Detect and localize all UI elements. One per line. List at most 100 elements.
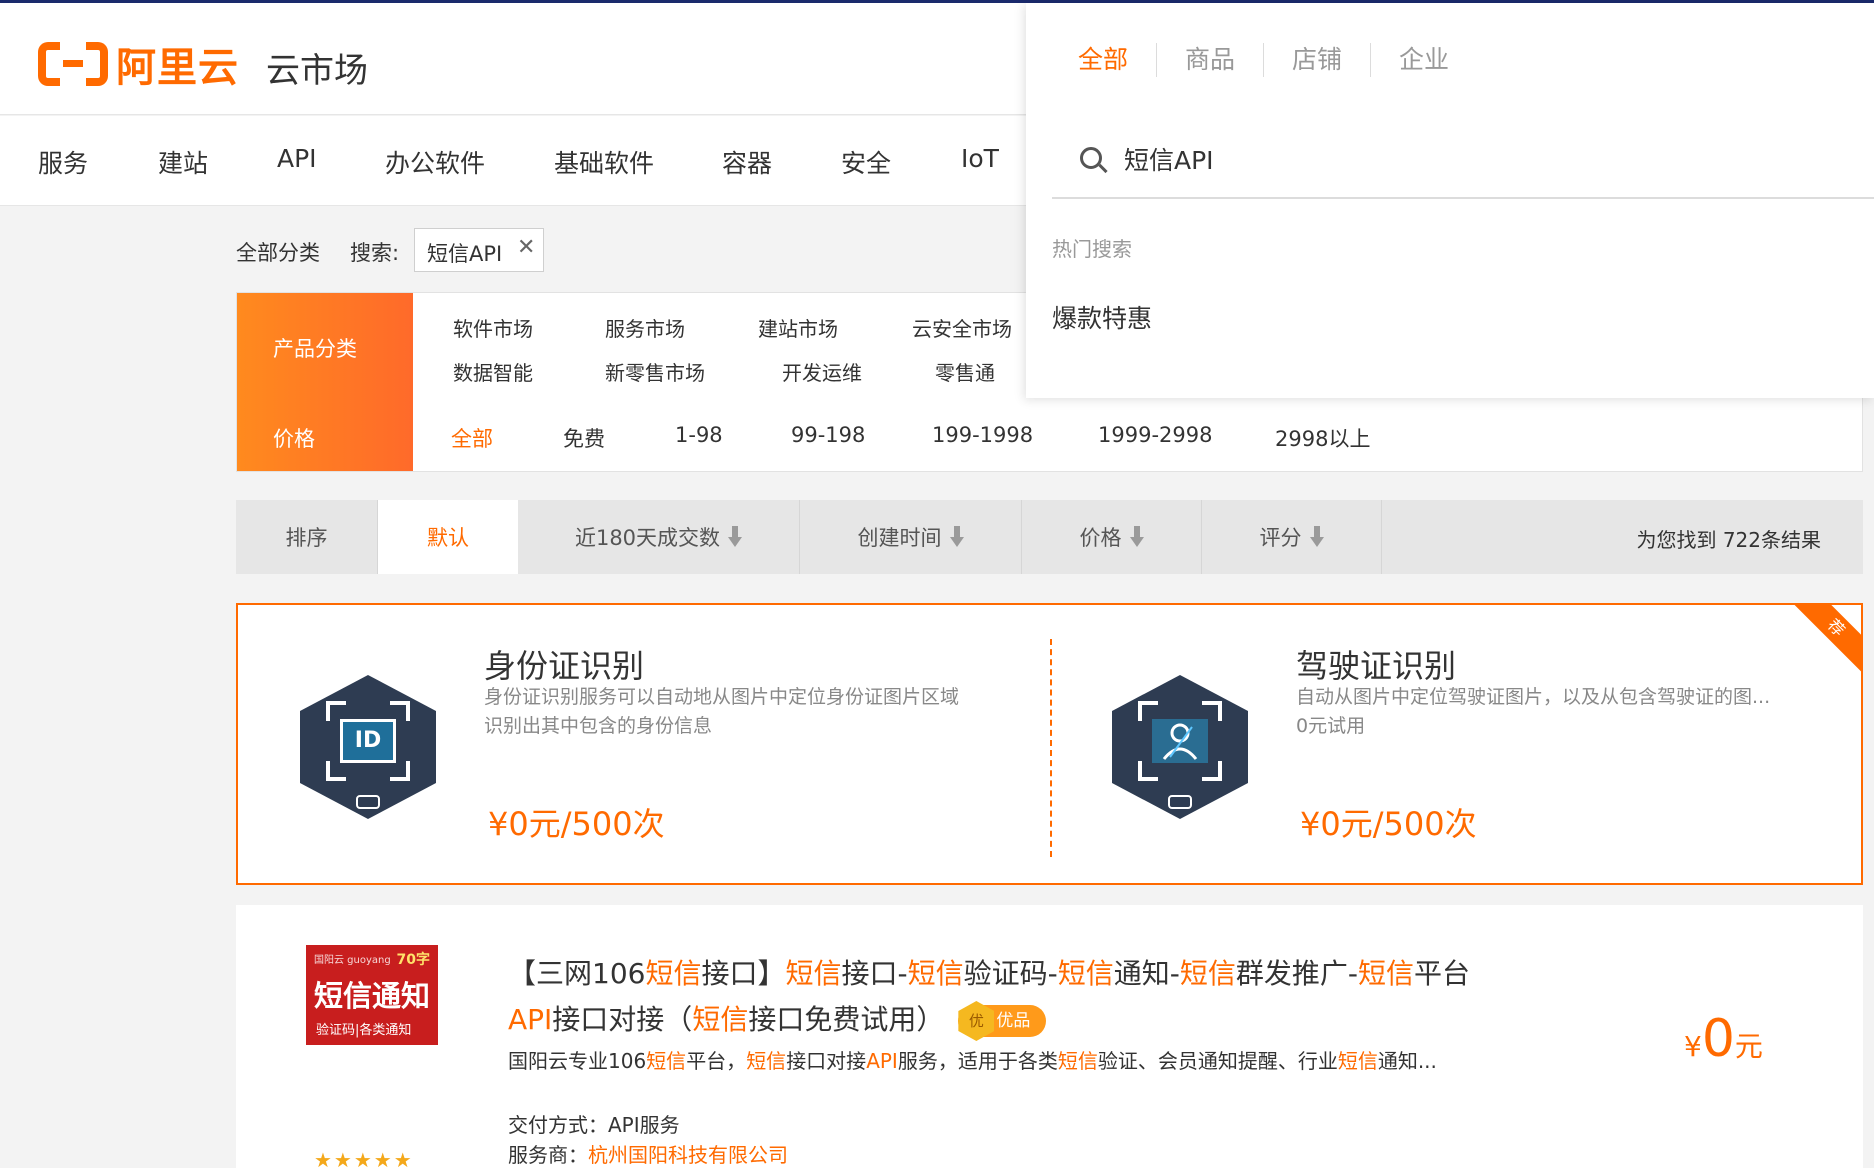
price-filter-label: 价格 xyxy=(237,399,413,471)
breadcrumb-all[interactable]: 全部分类 xyxy=(236,237,320,267)
product-title-segment: 平台 xyxy=(1414,957,1471,990)
search-scope-tabs: 全部 商品 店铺 企业 xyxy=(1052,43,1477,77)
product-desc-segment: API xyxy=(866,1049,898,1073)
promo-title-id-card[interactable]: 身份证识别 xyxy=(484,641,644,687)
product-title-segment: 短信 xyxy=(1357,957,1414,990)
product-desc-segment: 接口对接 xyxy=(786,1049,867,1073)
product-title-segment: 接口免费试用） xyxy=(748,1003,945,1036)
nav-item-website[interactable]: 建站 xyxy=(158,144,208,180)
product-desc-segment: 短信 xyxy=(646,1049,687,1073)
aliyun-logo[interactable]: 阿里云 xyxy=(38,35,239,93)
product-title[interactable]: 【三网106短信接口】短信接口-短信验证码-短信通知-短信群发推广-短信平台AP… xyxy=(508,951,1508,1043)
category-filter-label: 产品分类 xyxy=(237,293,413,399)
tab-products[interactable]: 商品 xyxy=(1157,43,1265,77)
product-title-segment: 通知- xyxy=(1113,957,1180,990)
nav-item-api[interactable]: API xyxy=(277,144,317,173)
nav-item-basic-software[interactable]: 基础软件 xyxy=(554,144,654,180)
driver-license-icon[interactable] xyxy=(1112,675,1248,819)
search-icon[interactable] xyxy=(1080,147,1108,174)
search-tag-text: 短信API xyxy=(427,242,503,266)
sort-created-time[interactable]: 创建时间 xyxy=(800,500,1022,574)
promo-title-driver-license[interactable]: 驾驶证识别 xyxy=(1296,641,1456,687)
nav-item-services[interactable]: 服务 xyxy=(38,144,88,180)
recommend-corner-badge: 荐 xyxy=(1780,605,1861,684)
category-services[interactable]: 服务市场 xyxy=(605,313,685,342)
product-title-segment: 短信 xyxy=(1179,957,1236,990)
category-devops[interactable]: 开发运维 xyxy=(782,357,862,386)
category-retail-link[interactable]: 零售通 xyxy=(935,357,995,386)
product-title-segment: 接口】 xyxy=(701,957,786,990)
product-title-segment: 短信 xyxy=(1057,957,1114,990)
tab-companies[interactable]: 企业 xyxy=(1371,43,1477,77)
product-title-segment: 短信 xyxy=(785,957,842,990)
category-new-retail[interactable]: 新零售市场 xyxy=(605,357,705,386)
rating-stars: ★★★★★ xyxy=(314,1148,414,1168)
product-thumbnail[interactable]: 国阳云 guoyang 70字 短信通知 验证码|各类通知 xyxy=(306,945,438,1045)
product-desc-segment: 短信 xyxy=(746,1049,787,1073)
tab-stores[interactable]: 店铺 xyxy=(1264,43,1372,77)
hot-search-item[interactable]: 爆款特惠 xyxy=(1052,299,1152,335)
vendor-link[interactable]: 杭州国阳科技有限公司 xyxy=(588,1143,788,1167)
search-box xyxy=(1052,119,1874,199)
page-title[interactable]: 云市场 xyxy=(266,43,368,92)
nav-item-container[interactable]: 容器 xyxy=(722,144,772,180)
product-title-segment: 短信 xyxy=(645,957,702,990)
nav-item-office[interactable]: 办公软件 xyxy=(385,144,485,180)
promo-desc-id-card: 身份证识别服务可以自动地从图片中定位身份证图片区域 识别出其中包含的身份信息 xyxy=(484,686,960,737)
category-cloud-security[interactable]: 云安全市场 xyxy=(912,313,1012,342)
breadcrumb-search-label: 搜索: xyxy=(350,241,400,265)
arrow-down-icon xyxy=(1309,526,1324,548)
sort-bar: 排序 默认 近180天成交数 创建时间 价格 评分 为您找到 722条结果 xyxy=(236,500,1863,574)
quality-badge: 优优品 xyxy=(958,1001,1047,1041)
quality-shield-icon: 优 xyxy=(958,1001,995,1041)
price-option-199-1998[interactable]: 199-1998 xyxy=(932,423,1033,447)
price-option-99-198[interactable]: 99-198 xyxy=(791,423,865,447)
product-title-segment: 群发推广- xyxy=(1235,957,1358,990)
product-desc-segment: 国阳云专业106 xyxy=(508,1049,647,1073)
price-option-2998-plus[interactable]: 2998以上 xyxy=(1275,423,1370,453)
sort-price[interactable]: 价格 xyxy=(1022,500,1202,574)
aliyun-logo-mark-icon xyxy=(38,42,108,86)
id-card-icon[interactable]: ID xyxy=(300,675,436,819)
nav-item-security[interactable]: 安全 xyxy=(841,144,891,180)
price-option-free[interactable]: 免费 xyxy=(563,423,605,453)
price-option-1999-2998[interactable]: 1999-2998 xyxy=(1098,423,1212,447)
promo-price-id-card: ¥0元/500次 xyxy=(488,805,665,843)
product-description: 国阳云专业106短信平台，短信接口对接API服务，适用于各类短信验证、会员通知提… xyxy=(508,1045,1508,1074)
product-title-segment: 接口- xyxy=(841,957,908,990)
product-desc-segment: 服务，适用于各类 xyxy=(897,1049,1058,1073)
arrow-down-icon xyxy=(728,526,743,548)
arrow-down-icon xyxy=(1129,526,1144,548)
arrow-down-icon xyxy=(949,526,964,548)
price-option-all[interactable]: 全部 xyxy=(451,423,493,453)
sort-rating[interactable]: 评分 xyxy=(1202,500,1382,574)
product-desc-segment: 短信 xyxy=(1337,1049,1378,1073)
sort-default[interactable]: 默认 xyxy=(378,500,518,574)
product-desc-segment: 验证、会员通知提醒、行业 xyxy=(1097,1049,1338,1073)
tab-all[interactable]: 全部 xyxy=(1052,43,1158,77)
price-option-1-98[interactable]: 1-98 xyxy=(675,423,723,447)
category-software[interactable]: 软件市场 xyxy=(453,313,533,342)
product-delivery: 交付方式：API服务 xyxy=(508,1113,680,1137)
product-title-segment: 短信 xyxy=(692,1003,749,1036)
sort-sales-180d[interactable]: 近180天成交数 xyxy=(518,500,800,574)
sort-label: 排序 xyxy=(236,500,378,574)
product-desc-segment: 通知... xyxy=(1377,1049,1437,1073)
promo-desc-driver-license: 自动从图片中定位驾驶证图片，以及从包含驾驶证的图... 0元试用 xyxy=(1296,686,1771,737)
product-desc-segment: 平台， xyxy=(686,1049,747,1073)
logo-text: 阿里云 xyxy=(116,45,239,91)
category-data-intelligence[interactable]: 数据智能 xyxy=(453,357,533,386)
product-title-segment: 短信 xyxy=(907,957,964,990)
close-icon[interactable]: ✕ xyxy=(517,235,535,260)
product-title-segment: 验证码- xyxy=(963,957,1058,990)
product-card: 国阳云 guoyang 70字 短信通知 验证码|各类通知 ★★★★★ 【三网1… xyxy=(236,905,1863,1168)
nav-item-iot[interactable]: IoT xyxy=(961,144,999,173)
search-input[interactable] xyxy=(1124,139,1824,179)
product-title-segment: 【三网106 xyxy=(508,957,646,990)
recommended-promo: 荐 ID 身份证识别 身份证识别服务可以自动地从图片中定位身份证图片区域 识别出… xyxy=(236,603,1863,885)
product-title-segment: 接口对接（ xyxy=(552,1003,693,1036)
category-website[interactable]: 建站市场 xyxy=(758,313,838,342)
product-desc-segment: 短信 xyxy=(1057,1049,1098,1073)
promo-divider xyxy=(1050,639,1052,857)
hot-search-label: 热门搜索 xyxy=(1052,237,1132,261)
